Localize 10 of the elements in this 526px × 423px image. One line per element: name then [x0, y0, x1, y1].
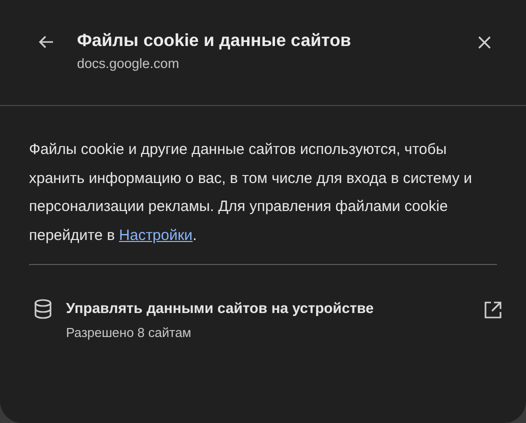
description-text: Файлы cookie и другие данные сайтов используются, чтобы хранить информацию о вас, в том числе для входа в систему и персонализации рекламы. Для управления файлами cookie перейдите в Настройки.	[29, 136, 497, 265]
database-icon	[34, 299, 52, 319]
allowed-sites-count: Разрешено 8 сайтам	[66, 325, 192, 340]
dialog-title: Файлы cookie и данные сайтов	[77, 29, 352, 52]
site-url: docs.google.com	[77, 56, 180, 71]
external-link-icon	[484, 301, 502, 319]
close-icon	[478, 36, 490, 48]
settings-link[interactable]: Настройки	[119, 226, 193, 244]
back-arrow-icon	[38, 35, 54, 49]
manage-site-data-label: Управлять данными сайтов на устройстве	[66, 300, 375, 319]
